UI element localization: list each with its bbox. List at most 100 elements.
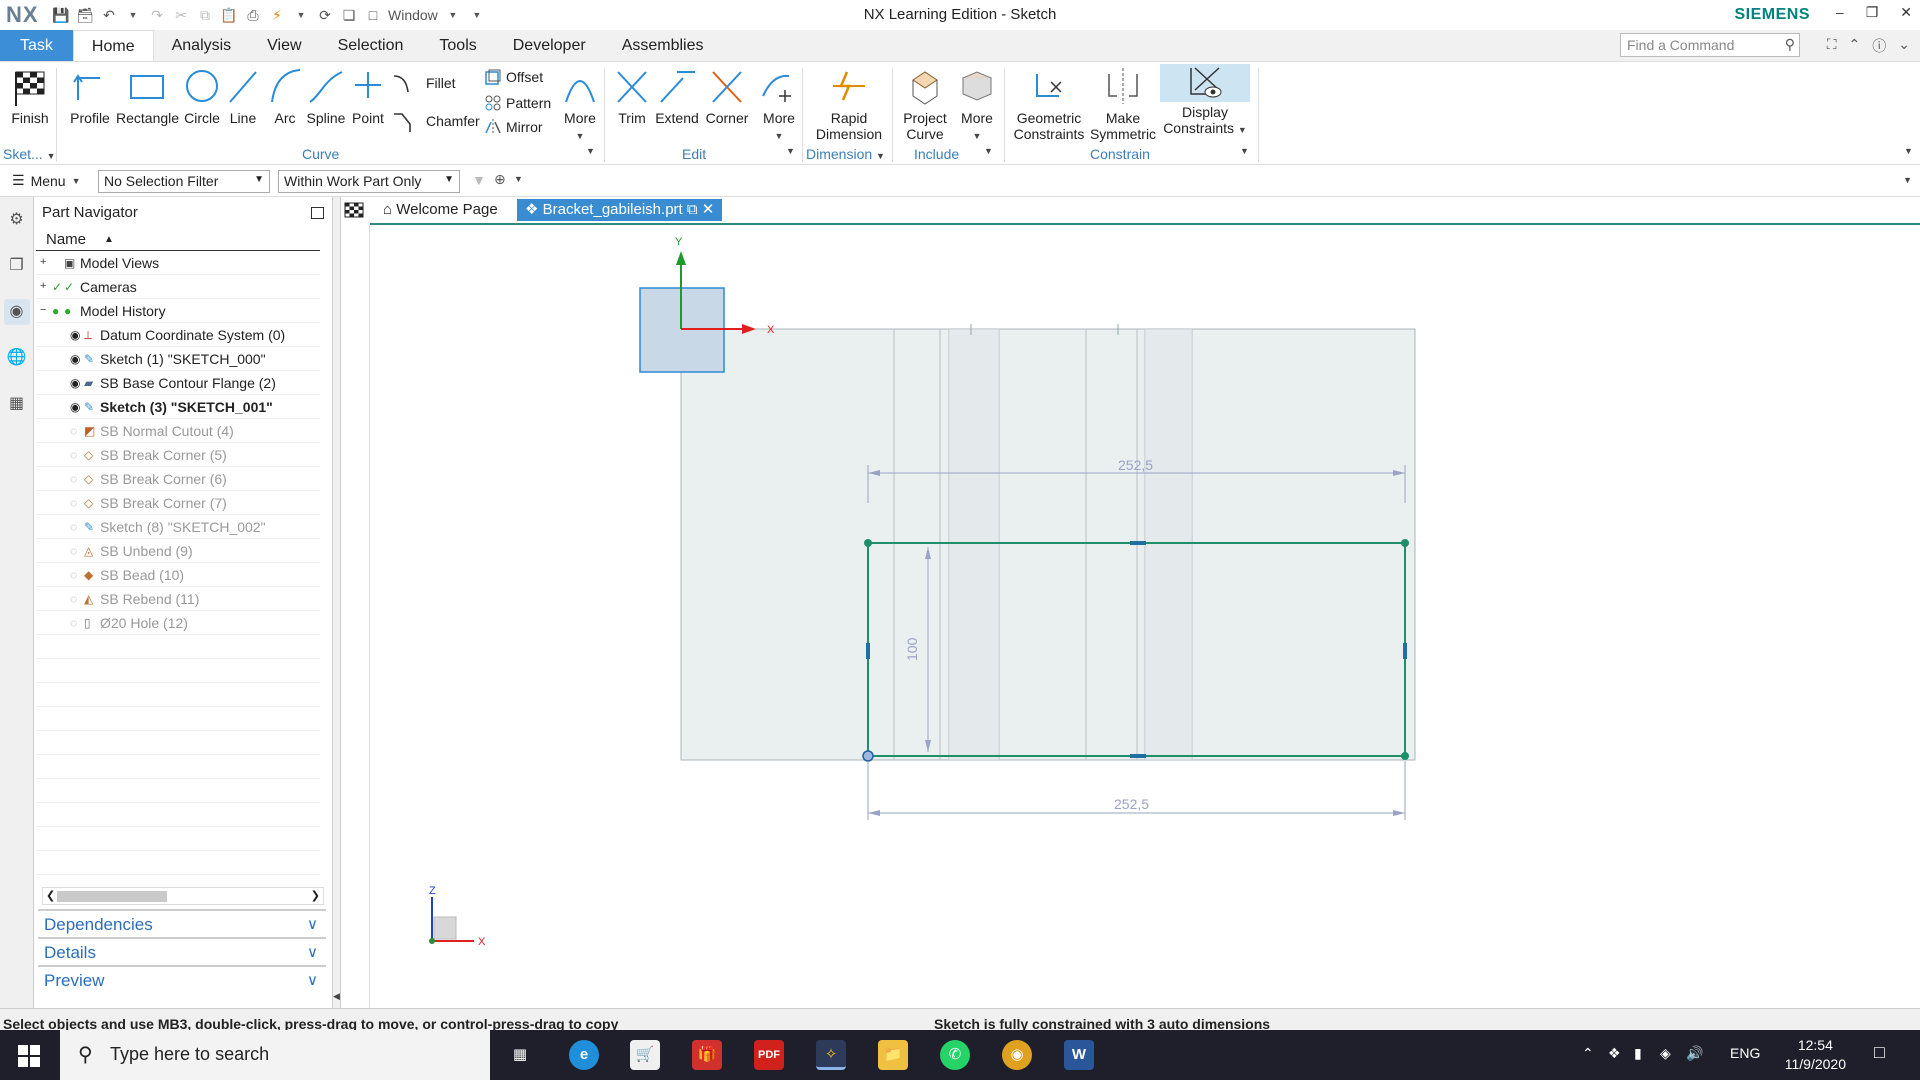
save-all-icon[interactable]: 🗃	[76, 6, 94, 24]
window-menu[interactable]: Window	[388, 6, 438, 24]
navigator-row[interactable]: ◌ ◇ SB Break Corner (7)	[36, 491, 320, 515]
more-curve-button[interactable]: More ▼	[558, 66, 602, 142]
redo-icon[interactable]: ↷	[148, 6, 166, 24]
dim-bottom-value[interactable]: 252,5	[1114, 796, 1149, 812]
search-icon[interactable]: ⚲	[1785, 36, 1795, 53]
part-navigator-icon[interactable]: ◉	[3, 299, 30, 325]
dropbox-icon[interactable]: ❖	[1608, 1045, 1621, 1062]
navigator-row[interactable]: ◌ ◇ SB Break Corner (6)	[36, 467, 320, 491]
suppressed-icon[interactable]: ◌	[70, 472, 84, 486]
point-button[interactable]: Point	[350, 66, 386, 126]
rectangle-vertex[interactable]	[1401, 752, 1409, 760]
finish-sketch-flag-icon[interactable]	[341, 197, 367, 223]
clock[interactable]: 12:54 11/9/2020	[1785, 1036, 1846, 1074]
dim-top-value[interactable]: 252,5	[1118, 457, 1153, 473]
more-include-button[interactable]: More ▼	[954, 66, 1000, 142]
scroll-right-icon[interactable]: ❯	[311, 889, 320, 902]
constrain-group-dropdown[interactable]: ▼	[1240, 146, 1249, 156]
web-browser-icon[interactable]: 🌐	[4, 345, 30, 371]
mirror-button[interactable]: Mirror	[484, 118, 543, 136]
touch-dropdown-icon[interactable]: ▼	[292, 6, 310, 24]
save-icon[interactable]: 💾	[52, 6, 70, 24]
filter-funnel-icon[interactable]: ▼	[472, 172, 486, 188]
collapse-left-icon[interactable]: ◀	[333, 991, 340, 1002]
print-icon[interactable]: ⎙	[244, 6, 262, 24]
close-icon[interactable]: ✕	[1900, 4, 1912, 21]
navigator-row[interactable]: ◌ ▯ Ø20 Hole (12)	[36, 611, 320, 635]
visible-eye-icon[interactable]: ◉	[70, 376, 84, 390]
name-column-header[interactable]: Name ▲	[36, 229, 320, 251]
cut-icon[interactable]: ✂	[172, 6, 190, 24]
tab-task[interactable]: Task	[0, 30, 73, 61]
maximize-icon[interactable]	[311, 207, 324, 219]
wifi-icon[interactable]: ◈	[1660, 1045, 1671, 1062]
horizontal-scrollbar[interactable]: ❮ ❯	[42, 887, 324, 905]
tab-bracket-part[interactable]: ❖ Bracket_gabileish.prt ⧉ ✕	[517, 199, 723, 221]
dim-vertical-value[interactable]: 100	[904, 637, 920, 661]
window-icon[interactable]: □	[364, 6, 382, 24]
profile-button[interactable]: Profile	[70, 66, 110, 126]
fillet-button[interactable]: Fillet	[392, 72, 456, 94]
notifications-icon[interactable]: □	[1874, 1042, 1885, 1063]
menu-button[interactable]: ☰ Menu ▼	[12, 172, 81, 189]
details-section[interactable]: Details ∨	[38, 937, 326, 965]
find-command-input[interactable]: Find a Command ⚲	[1620, 33, 1800, 57]
navigator-row[interactable]: + ✓ ✓ Cameras	[36, 275, 320, 299]
navigator-row[interactable]: ◌ ◆ SB Bead (10)	[36, 563, 320, 587]
paste-icon[interactable]: 📋	[220, 6, 238, 24]
scroll-left-icon[interactable]: ❮	[46, 889, 55, 902]
undo-icon[interactable]: ↶	[100, 6, 118, 24]
pattern-button[interactable]: Pattern	[484, 94, 551, 112]
ribbon-options-dropdown[interactable]: ▼	[1904, 146, 1913, 156]
suppressed-icon[interactable]: ◌	[70, 424, 84, 438]
suppressed-icon[interactable]: ◌	[70, 520, 84, 534]
edit-group-dropdown[interactable]: ▼	[786, 146, 795, 156]
navigator-row[interactable]: ◌ ✎ Sketch (8) "SKETCH_002"	[36, 515, 320, 539]
suppressed-icon[interactable]: ◌	[70, 448, 84, 462]
snap-point-icon[interactable]: ⊕	[494, 171, 506, 188]
visible-eye-icon[interactable]: ◉	[70, 328, 84, 342]
selection-filter-select[interactable]: No Selection Filter ▼	[98, 170, 270, 193]
collapse-ribbon-icon[interactable]: ⌃	[1849, 36, 1861, 56]
collapse-icon[interactable]: −	[40, 305, 50, 316]
suppressed-icon[interactable]: ◌	[70, 496, 84, 510]
rectangle-origin-vertex[interactable]	[862, 750, 874, 762]
assembly-navigator-icon[interactable]: ❐	[4, 253, 30, 279]
navigator-row[interactable]: ◌ ◭ SB Rebend (11)	[36, 587, 320, 611]
tab-assemblies[interactable]: Assemblies	[604, 30, 722, 61]
undo-dropdown-icon[interactable]: ▼	[124, 6, 142, 24]
display-constraints-label-group[interactable]: Display Constraints ▼	[1160, 104, 1250, 136]
battery-icon[interactable]: ▮	[1634, 1045, 1642, 1062]
expand-icon[interactable]: +	[40, 281, 50, 292]
tab-home[interactable]: Home	[72, 30, 154, 61]
expand-icon[interactable]: +	[40, 257, 50, 268]
navigator-row[interactable]: ◌ ◩ SB Normal Cutout (4)	[36, 419, 320, 443]
visible-eye-icon[interactable]: ◉	[70, 352, 84, 366]
ribbon-options-icon[interactable]: ⌄	[1898, 36, 1910, 56]
navigator-row[interactable]: ◉ ✎ Sketch (3) "SKETCH_001"	[36, 395, 320, 419]
part-face[interactable]	[680, 328, 1416, 761]
tab-selection[interactable]: Selection	[320, 30, 422, 61]
suppressed-icon[interactable]: ◌	[70, 544, 84, 558]
chamfer-button[interactable]: Chamfer	[392, 110, 480, 132]
rectangle-button[interactable]: Rectangle	[116, 66, 179, 126]
line-button[interactable]: Line	[226, 66, 260, 126]
language-indicator[interactable]: ENG	[1730, 1045, 1760, 1061]
volume-icon[interactable]: 🔊	[1686, 1045, 1703, 1062]
rapid-dimension-button[interactable]: Rapid Dimension	[812, 66, 886, 142]
snap-dropdown-icon[interactable]: ▼	[514, 174, 523, 184]
offset-button[interactable]: Offset	[484, 68, 543, 86]
switch-window-icon[interactable]: ❏	[340, 6, 358, 24]
circle-button[interactable]: Circle	[182, 66, 222, 126]
navigator-row[interactable]: − ● ● Model History	[36, 299, 320, 323]
suppressed-icon[interactable]: ◌	[70, 592, 84, 606]
preview-section[interactable]: Preview ∨	[38, 965, 326, 993]
panel-splitter[interactable]: ◀	[333, 197, 341, 1008]
visible-eye-icon[interactable]: ◉	[70, 400, 84, 414]
restore-icon[interactable]: ❐	[1866, 4, 1879, 21]
include-group-dropdown[interactable]: ▼	[984, 146, 993, 156]
curve-group-dropdown[interactable]: ▼	[586, 146, 595, 156]
settings-gear-icon[interactable]: ⚙	[4, 207, 30, 233]
repeat-command-icon[interactable]: ⟳	[316, 6, 334, 24]
arc-button[interactable]: Arc	[268, 66, 302, 126]
